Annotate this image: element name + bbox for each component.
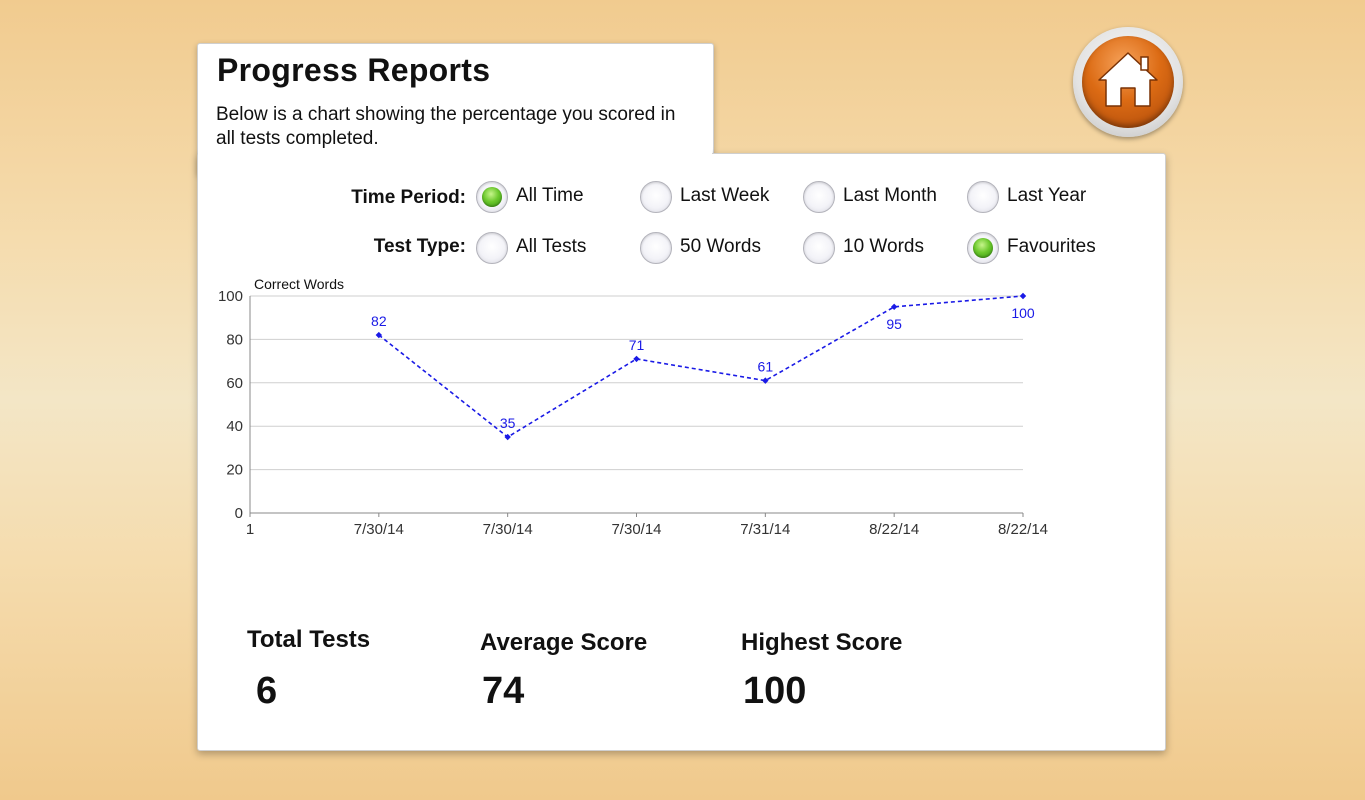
y-tick-label: 80 bbox=[226, 331, 243, 348]
data-label: 61 bbox=[758, 359, 774, 375]
radio-all-time[interactable]: All Time bbox=[476, 181, 616, 217]
total-tests-label: Total Tests bbox=[247, 626, 371, 653]
x-tick-label: 7/31/14 bbox=[740, 521, 790, 538]
y-tick-label: 0 bbox=[235, 505, 243, 522]
radio-selected-dot bbox=[482, 187, 502, 207]
radio-favourites[interactable]: Favourites bbox=[967, 232, 1117, 268]
radio-10-words[interactable]: 10 Words bbox=[803, 232, 953, 268]
radio-circle bbox=[967, 232, 999, 264]
page-subtitle: Below is a chart showing the percentage … bbox=[216, 104, 676, 149]
data-label: 35 bbox=[500, 415, 516, 431]
x-tick-label: 8/22/14 bbox=[869, 521, 919, 538]
x-tick-label: 1 bbox=[246, 521, 254, 538]
x-tick-label: 7/30/14 bbox=[354, 521, 404, 538]
home-icon bbox=[1098, 52, 1158, 107]
y-tick-label: 60 bbox=[226, 375, 243, 392]
radio-circle bbox=[640, 232, 672, 264]
radio-selected-dot bbox=[973, 238, 993, 258]
progress-line-chart: Correct Words 0 20 40 60 80 100 1 7/30/14 7/30/14… bbox=[218, 276, 1048, 538]
x-tick-label: 7/30/14 bbox=[611, 521, 661, 538]
radio-last-month[interactable]: Last Month bbox=[803, 181, 953, 217]
average-score-label: Average Score bbox=[480, 629, 648, 656]
radio-label: 10 Words bbox=[843, 236, 924, 257]
data-point bbox=[1019, 292, 1027, 300]
data-label: 82 bbox=[371, 313, 387, 329]
highest-score-value: 100 bbox=[743, 670, 807, 712]
data-label: 100 bbox=[1011, 305, 1035, 321]
radio-circle bbox=[476, 181, 508, 213]
radio-last-year[interactable]: Last Year bbox=[967, 181, 1107, 217]
radio-circle bbox=[803, 232, 835, 264]
data-point bbox=[890, 303, 898, 311]
y-tick-label: 100 bbox=[218, 288, 243, 305]
test-type-label: Test Type: bbox=[373, 236, 466, 257]
radio-circle bbox=[803, 181, 835, 213]
time-period-label: Time Period: bbox=[351, 187, 466, 208]
average-score-value: 74 bbox=[482, 670, 525, 712]
radio-circle bbox=[967, 181, 999, 213]
radio-label: All Tests bbox=[516, 236, 587, 257]
highest-score-label: Highest Score bbox=[741, 629, 903, 656]
radio-circle bbox=[640, 181, 672, 213]
radio-label: All Time bbox=[516, 185, 584, 206]
y-tick-label: 20 bbox=[226, 462, 243, 479]
y-axis-label: Correct Words bbox=[254, 276, 344, 292]
x-tick-label: 7/30/14 bbox=[483, 521, 533, 538]
radio-label: Last Month bbox=[843, 185, 937, 206]
series-line bbox=[378, 295, 1024, 439]
data-label: 71 bbox=[629, 337, 645, 353]
home-button[interactable] bbox=[1073, 27, 1183, 137]
radio-label: 50 Words bbox=[680, 236, 761, 257]
x-tick-label: 8/22/14 bbox=[998, 521, 1048, 538]
radio-circle bbox=[476, 232, 508, 264]
radio-label: Favourites bbox=[1007, 236, 1096, 257]
radio-label: Last Year bbox=[1007, 185, 1087, 206]
radio-all-tests[interactable]: All Tests bbox=[476, 232, 616, 268]
radio-label: Last Week bbox=[680, 185, 770, 206]
radio-50-words[interactable]: 50 Words bbox=[640, 232, 790, 268]
total-tests-value: 6 bbox=[256, 670, 278, 712]
data-label: 95 bbox=[886, 316, 902, 332]
radio-last-week[interactable]: Last Week bbox=[640, 181, 790, 217]
page-title: Progress Reports bbox=[217, 52, 491, 88]
y-tick-label: 40 bbox=[226, 418, 243, 435]
